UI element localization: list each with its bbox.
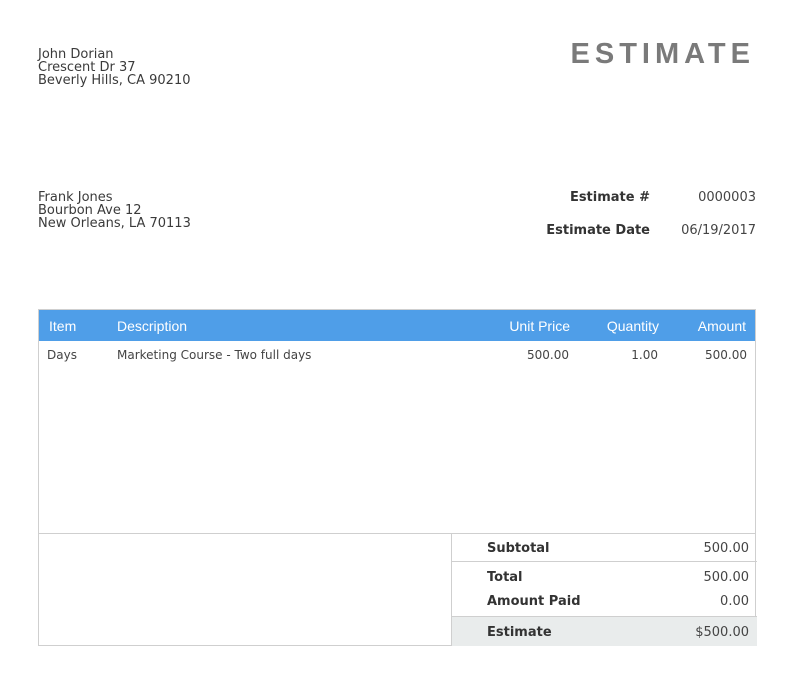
row-unit-price: 500.00: [527, 348, 569, 362]
row-item: Days: [47, 348, 77, 362]
estimate-date-label: Estimate Date: [546, 223, 650, 238]
estimate-meta: Estimate # 0000003 Estimate Date 06/19/2…: [520, 191, 756, 257]
recipient-address: Frank Jones Bourbon Ave 12 New Orleans, …: [38, 191, 191, 230]
total-value: 500.00: [703, 570, 750, 585]
totals-section: Subtotal 500.00 Total 500.00 Amount Paid…: [451, 533, 757, 646]
estimate-date-value: 06/19/2017: [681, 223, 756, 238]
total-label: Total: [487, 570, 523, 585]
recipient-city: New Orleans, LA 70113: [38, 216, 191, 231]
header-quantity: Quantity: [606, 318, 659, 334]
header-description: Description: [117, 318, 188, 334]
estimate-number-row: Estimate # 0000003: [520, 191, 756, 204]
header-unit-price: Unit Price: [509, 318, 570, 334]
estimate-total-label: Estimate: [487, 625, 552, 640]
line-items-table: Item Description Unit Price Quantity Amo…: [38, 309, 757, 646]
table-header: Item Description Unit Price Quantity Amo…: [39, 310, 755, 341]
estimate-number-value: 0000003: [698, 190, 756, 205]
estimate-total-row: Estimate $500.00: [452, 617, 757, 646]
document-title: ESTIMATE: [570, 38, 755, 70]
estimate-total-value: $500.00: [695, 625, 749, 640]
row-amount: 500.00: [705, 348, 747, 362]
sender-address: John Dorian Crescent Dr 37 Beverly Hills…: [38, 48, 191, 87]
subtotal-value: 500.00: [703, 541, 750, 556]
sender-city: Beverly Hills, CA 90210: [38, 73, 191, 88]
estimate-number-label: Estimate #: [569, 190, 650, 205]
row-description: Marketing Course - Two full days: [117, 348, 312, 362]
totals-divider: [452, 561, 757, 562]
estimate-date-row: Estimate Date 06/19/2017: [520, 224, 756, 237]
row-quantity: 1.00: [631, 348, 658, 362]
header-amount: Amount: [697, 318, 746, 334]
amount-paid-value: 0.00: [720, 594, 749, 609]
header-item: Item: [49, 318, 77, 334]
table-body: Days Marketing Course - Two full days 50…: [39, 341, 755, 534]
amount-paid-label: Amount Paid: [487, 594, 581, 609]
table-row: Days Marketing Course - Two full days 50…: [39, 341, 755, 369]
subtotal-label: Subtotal: [487, 541, 550, 556]
